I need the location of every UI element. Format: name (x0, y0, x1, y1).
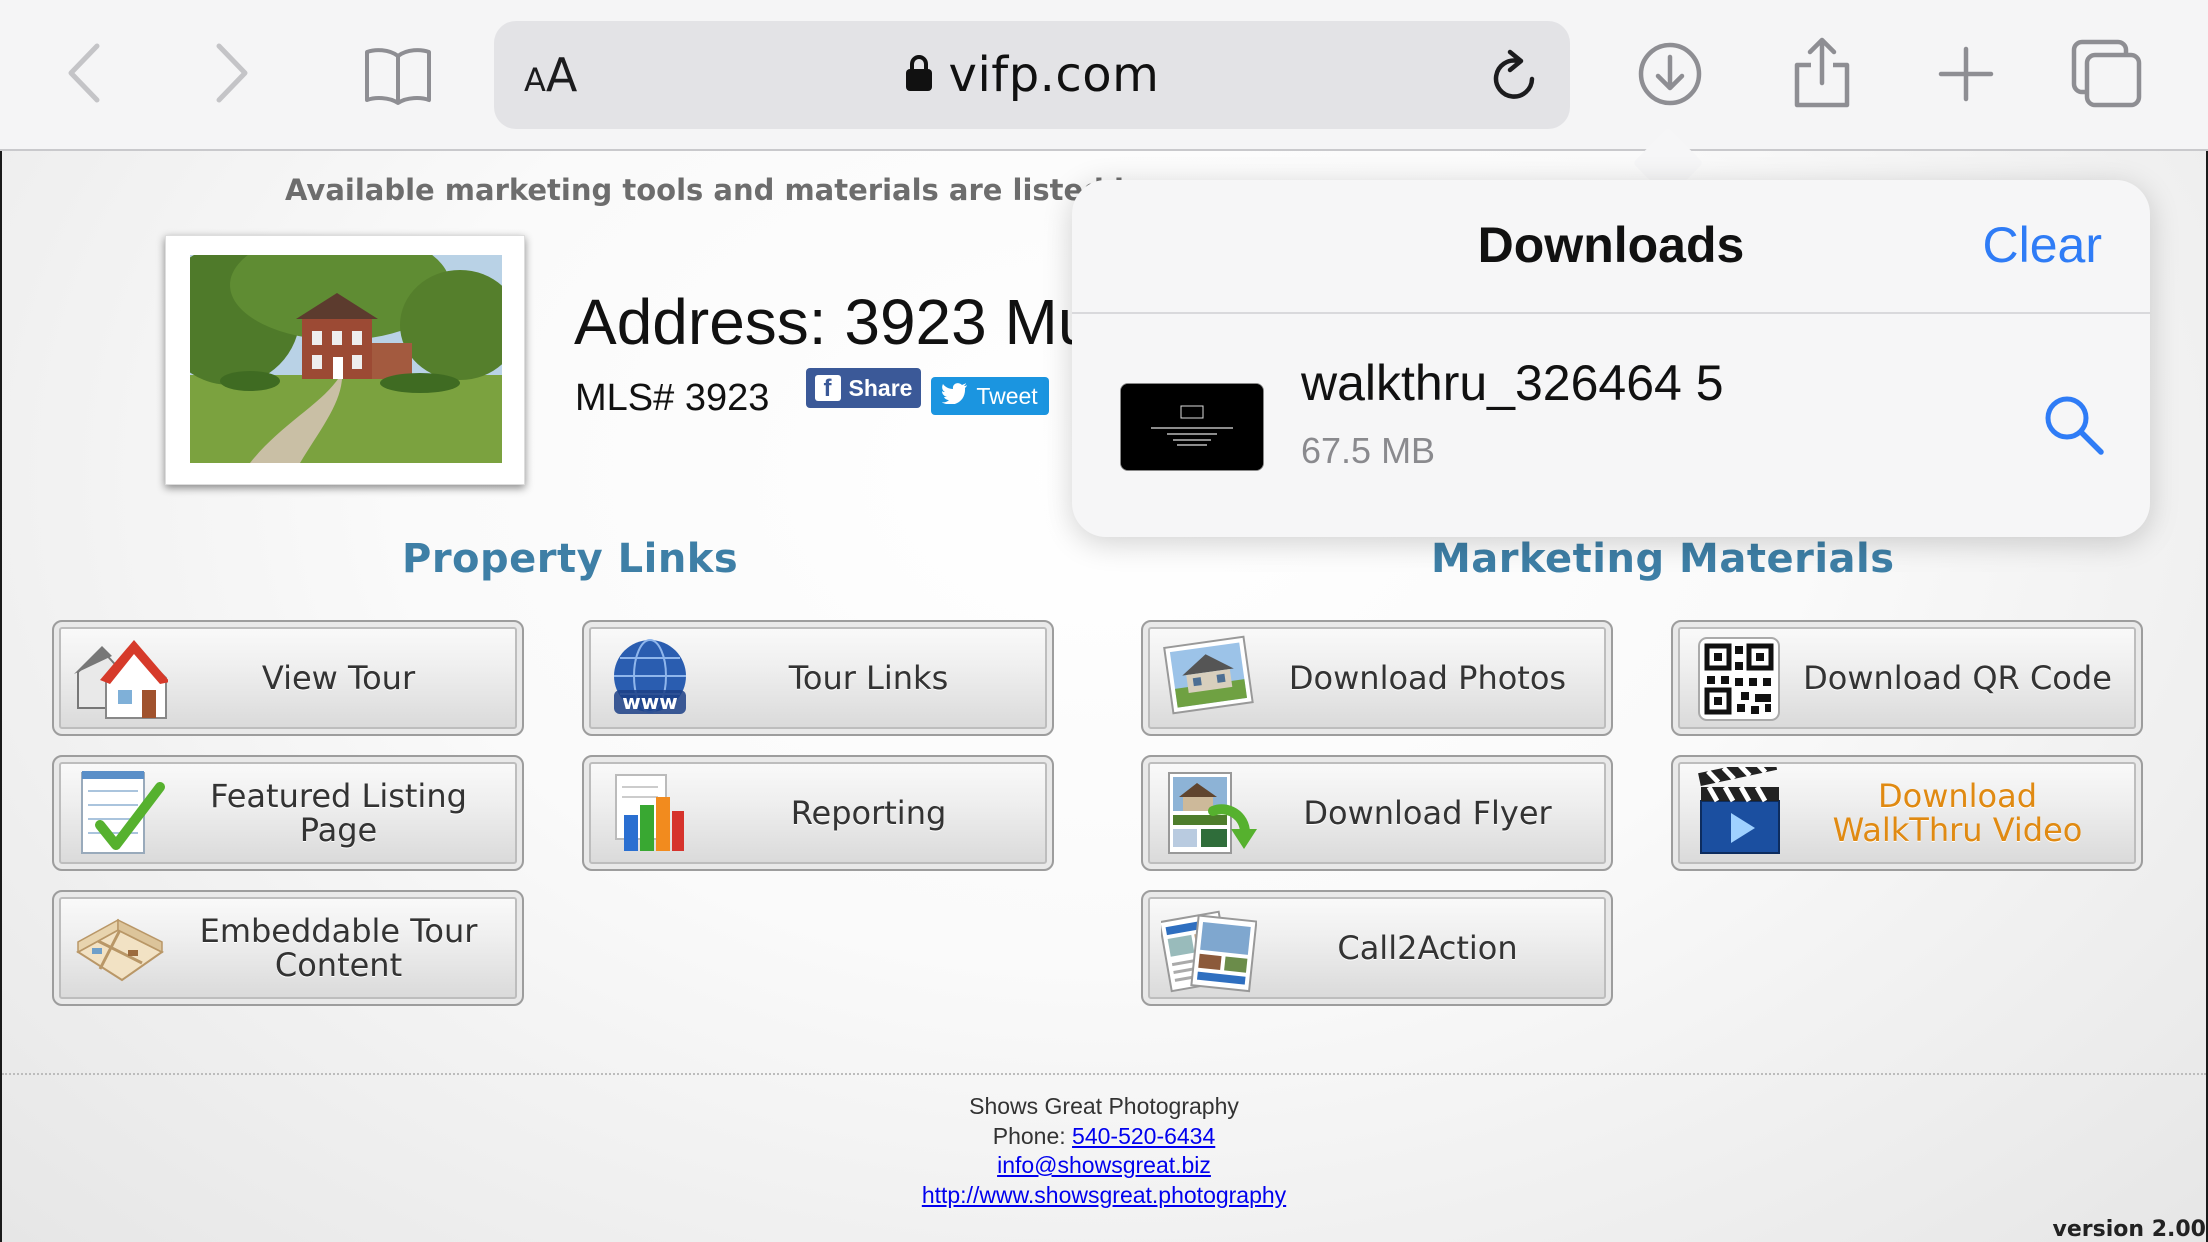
back-icon[interactable] (58, 40, 108, 106)
downloads-header: Downloads Clear (1072, 180, 2150, 314)
forward-icon[interactable] (208, 40, 258, 106)
call2action-button[interactable]: Call2Action (1141, 890, 1613, 1006)
downloads-popover: Downloads Clear walkthru_326464 5 67.5 M… (1072, 180, 2150, 537)
brochure-icon (1158, 902, 1258, 996)
featured-listing-button[interactable]: Featured Listing Page (52, 755, 524, 871)
photo-stack-icon (1161, 632, 1257, 726)
bar-chart-icon (602, 767, 698, 861)
bookmarks-icon[interactable] (362, 44, 434, 108)
address-bar[interactable]: AA vifp.com (494, 21, 1570, 129)
footer-divider (2, 1073, 2206, 1075)
tweet-button[interactable]: Tweet (931, 377, 1049, 415)
phone-label: Phone: (992, 1122, 1073, 1149)
svg-text:www: www (622, 690, 677, 714)
phone-link[interactable]: 540-520-6434 (1072, 1123, 1215, 1149)
new-tab-icon[interactable] (1936, 44, 1996, 104)
qr-code-icon (1691, 632, 1787, 726)
property-photo[interactable] (190, 255, 502, 463)
tour-links-button[interactable]: www Tour Links (582, 620, 1054, 736)
download-walkthru-video-button[interactable]: Download WalkThru Video (1671, 755, 2143, 871)
downloads-icon[interactable] (1636, 40, 1704, 108)
house-icon (72, 632, 170, 726)
twitter-bird-icon (941, 382, 968, 410)
download-photos-button[interactable]: Download Photos (1141, 620, 1613, 736)
lock-icon (905, 54, 933, 97)
property-address: Address: 3923 Mu (574, 286, 1094, 358)
checklist-icon (72, 767, 168, 861)
reload-icon[interactable] (1488, 47, 1542, 110)
email-link[interactable]: info@showsgreat.biz (997, 1152, 1211, 1178)
page-notice: Available marketing tools and materials … (285, 173, 1135, 207)
www-globe-icon: www (602, 632, 698, 726)
reporting-button[interactable]: Reporting (582, 755, 1054, 871)
share-icon[interactable] (1790, 36, 1854, 110)
browser-toolbar: AA vifp.com (0, 0, 2208, 151)
clapperboard-icon (1691, 757, 1787, 861)
mls-number: MLS# 3923 (575, 377, 770, 419)
view-tour-button[interactable]: View Tour (52, 620, 524, 736)
company-name: Shows Great Photography (969, 1093, 1239, 1119)
property-links-title: Property Links (402, 536, 739, 582)
url-text[interactable]: vifp.com (949, 47, 1160, 103)
magnifier-icon[interactable] (2043, 394, 2105, 461)
clear-button[interactable]: Clear (1983, 216, 2102, 274)
facebook-share-button[interactable]: f Share (806, 368, 921, 408)
property-photo-frame (165, 235, 525, 485)
download-thumbnail (1120, 383, 1264, 471)
flyer-download-icon (1161, 767, 1257, 861)
download-filename: walkthru_326464 5 (1301, 355, 1724, 411)
page-footer: Shows Great Photography Phone: 540-520-6… (2, 1092, 2206, 1210)
website-link[interactable]: http://www.showsgreat.photography (922, 1182, 1286, 1208)
version-label: version 2.00 (2052, 1217, 2206, 1242)
facebook-icon: f (814, 375, 841, 401)
floorplan-icon (72, 902, 168, 996)
marketing-materials-title: Marketing Materials (1431, 536, 1895, 582)
tabs-overview-icon[interactable] (2070, 38, 2144, 110)
download-flyer-button[interactable]: Download Flyer (1141, 755, 1613, 871)
download-qr-code-button[interactable]: Download QR Code (1671, 620, 2143, 736)
embeddable-tour-button[interactable]: Embeddable Tour Content (52, 890, 524, 1006)
download-filesize: 67.5 MB (1301, 430, 1436, 471)
